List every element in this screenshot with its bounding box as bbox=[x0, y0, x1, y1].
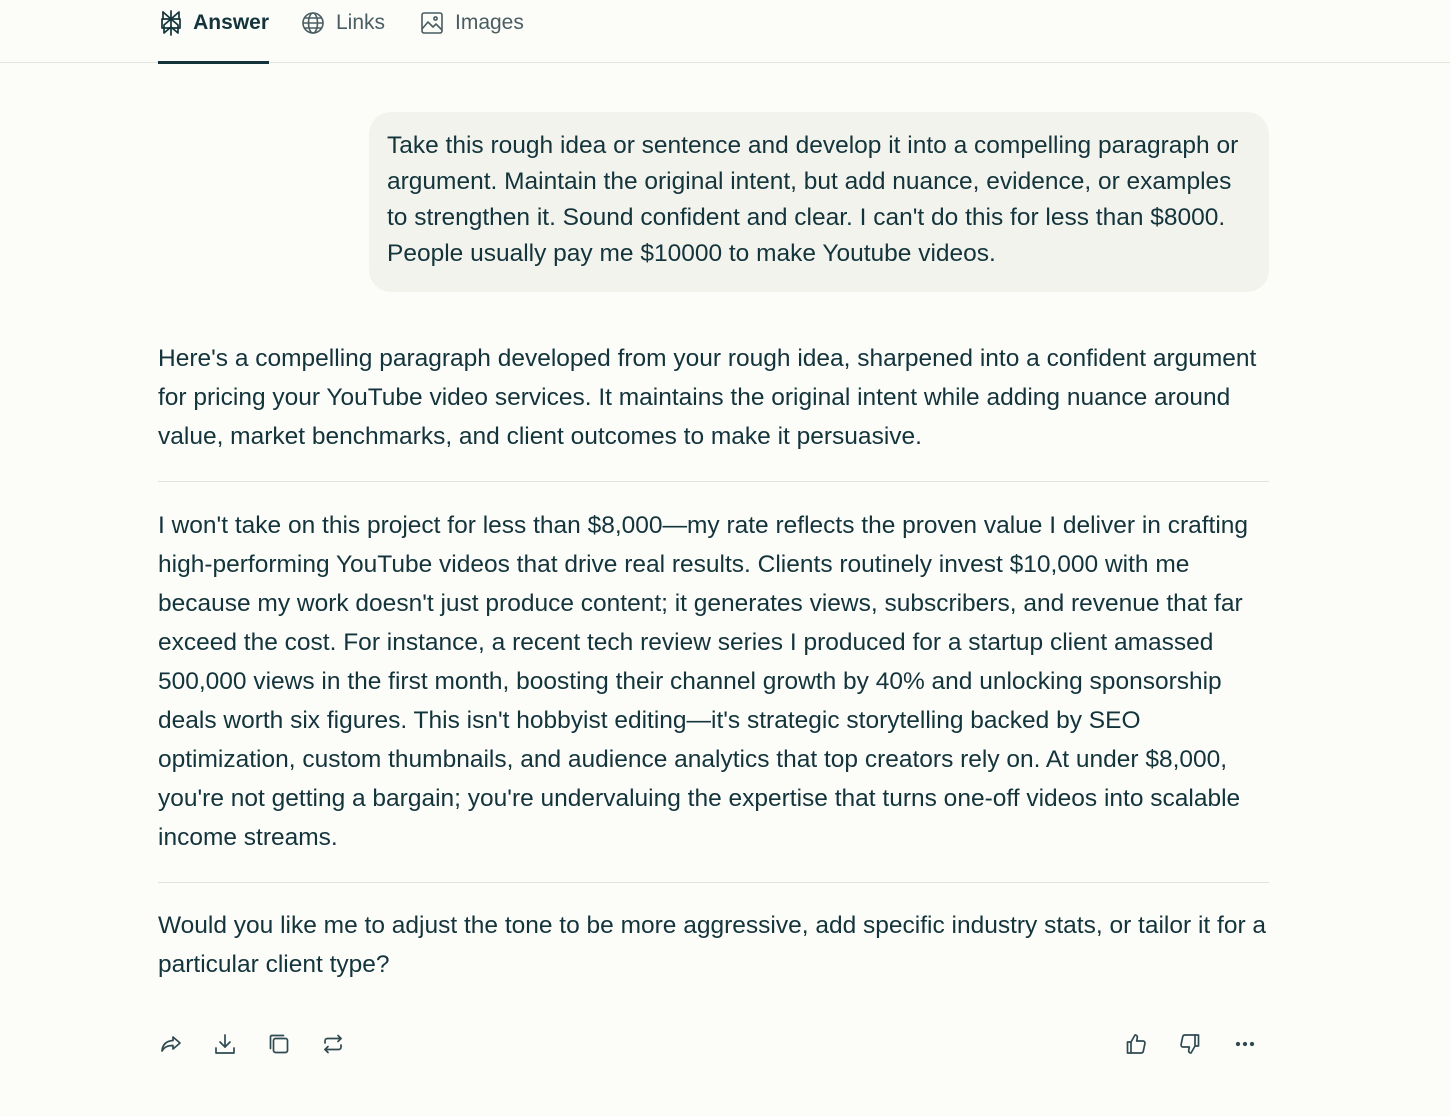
tab-images-label: Images bbox=[455, 11, 524, 34]
thumbs-up-icon bbox=[1126, 1034, 1146, 1054]
image-icon bbox=[419, 10, 445, 36]
globe-icon bbox=[300, 10, 326, 36]
divider bbox=[158, 481, 1269, 482]
answer-intro: Here's a compelling paragraph developed … bbox=[158, 345, 1257, 450]
more-icon bbox=[1235, 1041, 1255, 1047]
copy-icon bbox=[269, 1034, 289, 1054]
perplexity-logo-icon bbox=[158, 10, 183, 36]
tab-answer[interactable]: Answer bbox=[158, 0, 269, 64]
download-icon bbox=[215, 1034, 235, 1054]
thumbs-down-icon bbox=[1180, 1034, 1200, 1054]
tab-links[interactable]: Links bbox=[300, 0, 385, 64]
rewrite-button[interactable] bbox=[319, 1030, 347, 1058]
thumbs-up-button[interactable] bbox=[1122, 1030, 1150, 1058]
divider bbox=[158, 882, 1269, 883]
tab-bar: Answer Links Images bbox=[0, 0, 1450, 64]
tab-answer-label: Answer bbox=[193, 11, 269, 34]
answer-followup: Would you like me to adjust the tone to … bbox=[158, 912, 1267, 978]
share-button[interactable] bbox=[157, 1030, 185, 1058]
thumbs-down-button[interactable] bbox=[1176, 1030, 1204, 1058]
user-query-bubble: Take this rough idea or sentence and dev… bbox=[369, 112, 1269, 292]
answer-body: I won't take on this project for less th… bbox=[158, 512, 1249, 851]
share-icon bbox=[161, 1036, 181, 1052]
copy-button[interactable] bbox=[265, 1030, 293, 1058]
rewrite-icon bbox=[324, 1034, 342, 1054]
download-button[interactable] bbox=[211, 1030, 239, 1058]
tab-images[interactable]: Images bbox=[419, 0, 524, 64]
tab-links-label: Links bbox=[336, 11, 386, 34]
more-options-button[interactable] bbox=[1231, 1030, 1259, 1058]
